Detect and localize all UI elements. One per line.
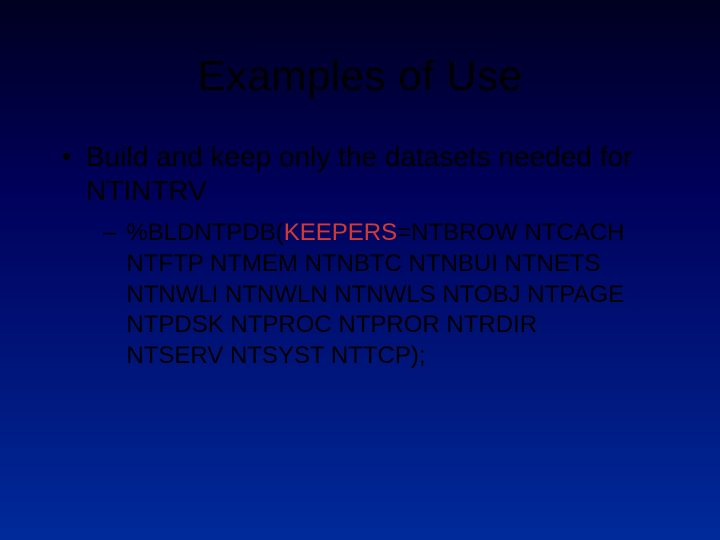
slide-body: Build and keep only the datasets needed … — [0, 100, 720, 372]
bullet-icon — [63, 153, 70, 160]
slide-title: Examples of Use — [0, 0, 720, 100]
sub-bullet-item: – %BLDNTPDB(KEEPERS=NTBROW NTCACH NTFTP … — [103, 218, 665, 372]
dash-icon: – — [103, 218, 116, 249]
bullet-item: Build and keep only the datasets needed … — [63, 140, 665, 208]
slide: Examples of Use Build and keep only the … — [0, 0, 720, 540]
sub-bullet-text: %BLDNTPDB(KEEPERS=NTBROW NTCACH NTFTP NT… — [126, 218, 636, 372]
code-keyword: KEEPERS — [284, 219, 397, 246]
code-pre: %BLDNTPDB( — [126, 219, 283, 246]
bullet-text: Build and keep only the datasets needed … — [86, 140, 665, 208]
